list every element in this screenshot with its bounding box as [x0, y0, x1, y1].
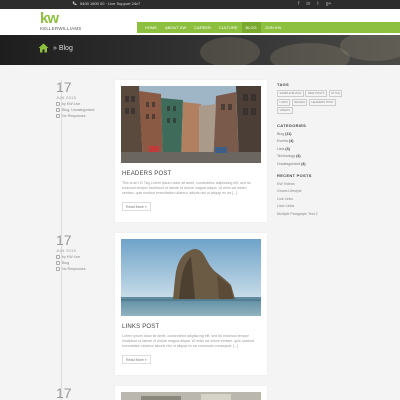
post-image-partial[interactable]: [121, 392, 261, 400]
nav-home[interactable]: HOME: [141, 22, 161, 33]
comments-link[interactable]: No Responses: [62, 267, 86, 271]
recent-post-link[interactable]: Multiple Paragraph Test 2: [277, 212, 347, 216]
category-name: Technology: [277, 154, 296, 159]
contact-info: 5400 1600 00 · Live Support 24x7: [72, 1, 140, 6]
logo-text: KELLERWILLIAMS: [40, 26, 82, 31]
folder-icon: [56, 108, 60, 112]
categories-heading: CATEGORIES: [277, 123, 307, 128]
post-meta: 17 JUN 2015 by KW Live Blog No Responses: [56, 233, 116, 271]
post-day: 17: [56, 385, 72, 400]
google-plus-icon[interactable]: g+: [326, 1, 332, 8]
phone-icon: [72, 1, 77, 6]
category-name: Blog: [277, 131, 285, 136]
category-name: Events: [277, 139, 288, 144]
user-icon: [56, 102, 60, 106]
category-count: (3): [285, 146, 290, 151]
site-header: kw KELLERWILLIAMS HOME ABOUT KW CAREER C…: [0, 9, 400, 35]
category-count: (4): [301, 161, 306, 166]
rock-island-photo: [121, 239, 261, 316]
contact-text: 5400 1600 00 · Live Support 24x7: [80, 1, 141, 6]
post-comments: No Responses: [56, 267, 116, 271]
recent-post-link[interactable]: Link Links: [277, 197, 347, 201]
category-item[interactable]: Events (4): [277, 139, 347, 143]
categories-link[interactable]: Blog: [62, 261, 69, 265]
nav-blog[interactable]: BLOG: [241, 22, 261, 33]
post-categories: Blog, Uncategorized: [56, 108, 116, 112]
post-categories: Blog: [56, 261, 116, 265]
category-name: Uncategorized: [277, 161, 301, 166]
recent-post-link[interactable]: Grows Lifestyle: [277, 189, 347, 193]
post-image-rock[interactable]: [121, 239, 261, 316]
category-item[interactable]: Uncategorized (4): [277, 162, 347, 166]
comment-icon: [56, 267, 60, 271]
breadcrumb: » Blog: [38, 43, 73, 53]
recent-post-link[interactable]: Listo Lintia: [277, 204, 347, 208]
tag-item[interactable]: VIDEOS: [277, 107, 293, 114]
categories-link[interactable]: Blog, Uncategorized: [62, 108, 94, 112]
tag-item[interactable]: HEADERS POST: [308, 98, 336, 106]
twitter-icon[interactable]: t: [317, 1, 318, 8]
read-more-button[interactable]: Read More »: [122, 355, 151, 364]
street-photo: [121, 86, 261, 163]
banner-decoration: [200, 37, 260, 65]
post-meta: 17: [56, 386, 116, 400]
post-excerpt: This is an H1 Tag Lorem ipsum dolor sit …: [122, 181, 251, 196]
nav-culture[interactable]: CULTURE: [215, 22, 242, 33]
folder-icon: [56, 261, 60, 265]
tag-cloud: SAMPLE BLOGS NEW POSTS STYLE LINKS IMAGE…: [277, 90, 343, 114]
facebook-icon[interactable]: f: [298, 1, 299, 8]
tag-item[interactable]: STYLE: [328, 90, 343, 97]
author-link[interactable]: by KW Live: [62, 255, 80, 259]
top-bar: 5400 1600 00 · Live Support 24x7 f in t …: [0, 0, 400, 9]
tag-item[interactable]: NEW POSTS: [305, 90, 328, 97]
category-count: (11): [285, 131, 292, 136]
post-author: by KW Live: [56, 102, 116, 106]
post-card: HEADERS POST This is an H1 Tag Lorem ips…: [115, 80, 267, 222]
recent-posts-heading: RECENT POSTS: [277, 172, 312, 178]
post-comments: No Responses: [56, 114, 116, 118]
sidebar: TAGS SAMPLE BLOGS NEW POSTS STYLE LINKS …: [277, 82, 347, 216]
post-excerpt: Lorem ipsum dolor sit amet, consectetur …: [122, 334, 254, 349]
category-count: (4): [296, 154, 301, 159]
nav-career[interactable]: CAREER: [190, 22, 215, 33]
post-day: 17: [56, 79, 72, 95]
comment-icon: [56, 114, 60, 118]
page-title: » Blog: [53, 44, 73, 52]
post-image-street[interactable]: [121, 86, 261, 163]
page-banner: » Blog: [0, 35, 400, 65]
category-item[interactable]: Lists (3): [277, 147, 347, 151]
read-more-button[interactable]: Read More »: [122, 202, 151, 211]
linkedin-icon[interactable]: in: [306, 1, 310, 8]
logo[interactable]: kw KELLERWILLIAMS: [40, 11, 84, 33]
logo-mark: kw: [40, 10, 59, 27]
post-meta: 17 JUN 2015 by KW Live Blog, Uncategoriz…: [56, 80, 116, 118]
category-count: (4): [289, 139, 294, 144]
post-title[interactable]: HEADERS POST: [122, 171, 171, 177]
tags-heading: TAGS: [277, 82, 290, 87]
tag-item[interactable]: LINKS: [277, 98, 291, 106]
post-month: JUN 2015: [56, 248, 77, 253]
author-link[interactable]: by KW Live: [62, 102, 80, 106]
post-title[interactable]: LINKS POST: [122, 324, 159, 330]
user-icon: [56, 255, 60, 259]
post-author: by KW Live: [56, 255, 116, 259]
post-month: JUN 2015: [56, 95, 77, 100]
tag-item[interactable]: SAMPLE BLOGS: [277, 90, 304, 97]
category-item[interactable]: Technology (4): [277, 154, 347, 158]
post-card: [115, 386, 267, 400]
category-name: Lists: [277, 146, 285, 151]
tag-item[interactable]: IMAGES: [291, 98, 308, 106]
main-nav: HOME ABOUT KW CAREER CULTURE BLOG JOIN K…: [137, 22, 400, 33]
post-day: 17: [56, 232, 72, 248]
partial-photo: [121, 392, 261, 400]
nav-about[interactable]: ABOUT KW: [161, 22, 190, 33]
banner-decoration: [270, 43, 350, 65]
social-links: f in t g+: [298, 1, 331, 8]
comments-link[interactable]: No Responses: [62, 114, 86, 118]
home-icon[interactable]: [38, 43, 49, 53]
post-card: LINKS POST Lorem ipsum dolor sit amet, c…: [115, 233, 267, 375]
category-item[interactable]: Blog (11): [277, 132, 347, 136]
recent-post-link[interactable]: KW Videos: [277, 182, 347, 186]
nav-join[interactable]: JOIN KW: [261, 22, 286, 33]
